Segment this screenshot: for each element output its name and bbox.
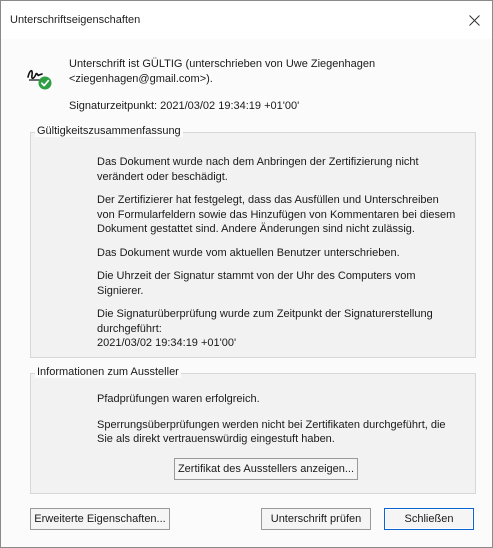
validity-timestamp: 2021/03/02 19:34:19 +01'00' (97, 337, 237, 349)
window-title: Unterschriftseigenschaften (10, 14, 141, 26)
close-button[interactable] (456, 1, 492, 39)
signature-properties-dialog: Unterschriftseigenschaften Unterschrift … (0, 0, 493, 548)
issuer-info-group: Informationen zum Aussteller Pfadprüfung… (30, 366, 476, 494)
advanced-properties-button[interactable]: Erweiterte Eigenschaften... (30, 508, 170, 530)
validity-summary-title: Gültigkeitszusammenfassung (35, 125, 183, 137)
issuer-info-title: Informationen zum Aussteller (35, 366, 181, 378)
title-bar: Unterschriftseigenschaften (1, 1, 492, 39)
show-issuer-certificate-button[interactable]: Zertifikat des Ausstellers anzeigen... (174, 458, 358, 480)
validity-paragraph: Das Dokument wurde nach dem Anbringen de… (97, 156, 419, 183)
validity-paragraph: Das Dokument wurde vom aktuellen Benutze… (97, 246, 400, 259)
validity-paragraph: Die Uhrzeit der Signatur stammt von der … (97, 270, 416, 297)
validity-paragraph: Die Signaturüberprüfung wurde zum Zeitpu… (97, 308, 433, 335)
issuer-paragraph: Pfadprüfungen waren erfolgreich. (97, 393, 260, 405)
close-dialog-button[interactable]: Schließen (384, 508, 474, 530)
validity-paragraph: Der Zertifizierer hat festgelegt, dass d… (97, 194, 456, 235)
validity-summary-group: Gültigkeitszusammenfassung Das Dokument … (30, 125, 476, 358)
issuer-paragraph: Sperrungsüberprüfungen werden nicht bei … (97, 418, 446, 446)
signature-timestamp: Signaturzeitpunkt: 2021/03/02 19:34:19 +… (69, 100, 300, 112)
signature-valid-icon (27, 69, 52, 90)
verify-signature-button[interactable]: Unterschrift prüfen (261, 508, 371, 530)
close-icon (468, 14, 480, 26)
signature-status-text: Unterschrift ist GÜLTIG (unterschrieben … (69, 58, 376, 85)
